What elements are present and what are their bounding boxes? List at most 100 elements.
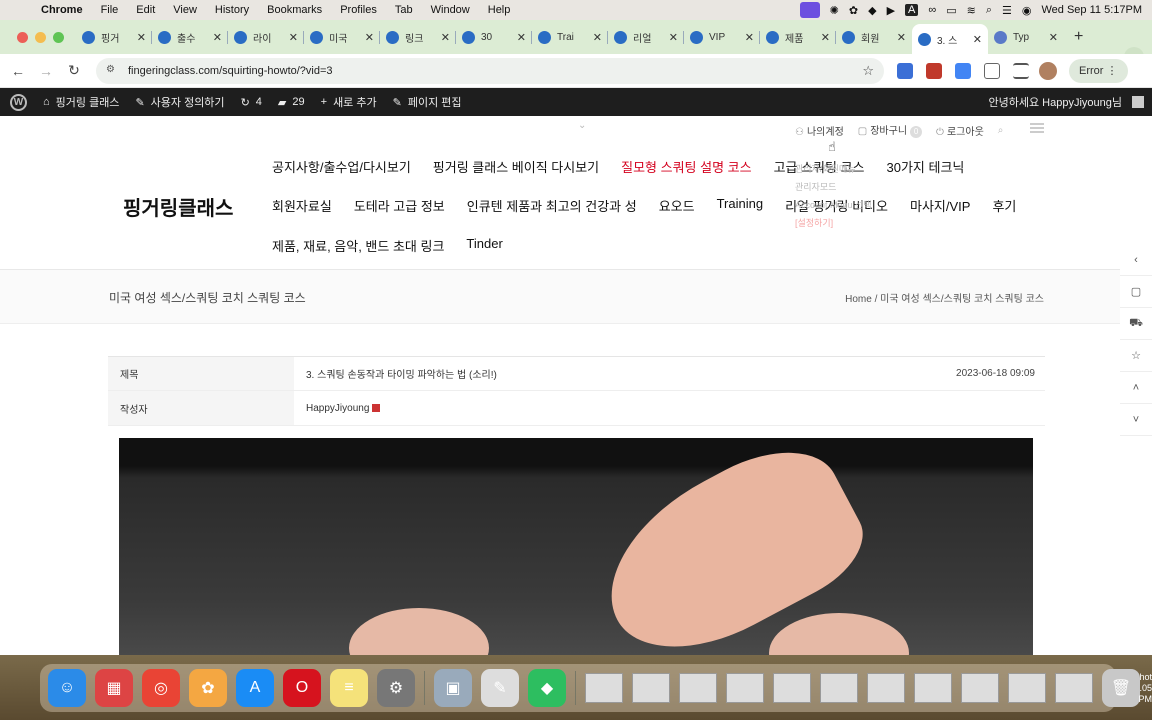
opera-icon[interactable]: O [283, 669, 321, 707]
close-tab-icon[interactable]: ✕ [745, 31, 754, 44]
close-tab-icon[interactable]: ✕ [821, 31, 830, 44]
launchpad-icon[interactable]: ▦ [95, 669, 133, 707]
chrome-icon[interactable]: ◎ [142, 669, 180, 707]
truck-icon[interactable]: ⛟ [1120, 308, 1152, 340]
wp-site-name[interactable]: ⌂ 핑거링 클래스 [43, 94, 119, 110]
logout-link[interactable]: ⏻ 로그아웃 [936, 123, 984, 138]
puzzle-icon[interactable] [984, 62, 1000, 79]
nav-item[interactable]: 요오드 [659, 196, 695, 215]
dock-window-thumbnail[interactable] [679, 673, 717, 703]
browser-tab[interactable]: VIP ✕ [684, 24, 760, 50]
post-author[interactable]: HappyJiyoung [294, 403, 1045, 414]
browser-tab[interactable]: 핑거 ✕ [76, 24, 152, 50]
close-tab-icon[interactable]: ✕ [973, 33, 982, 46]
reading-list-icon[interactable] [1013, 62, 1029, 79]
browser-tab[interactable]: 회원 ✕ [836, 24, 912, 50]
extension-icon[interactable] [926, 62, 942, 79]
browser-tab[interactable]: 라이 ✕ [228, 24, 304, 50]
battery-icon[interactable]: ▭ [946, 4, 956, 17]
siri-icon[interactable]: ◉ [1022, 4, 1032, 17]
text-input-icon[interactable]: A [905, 4, 919, 16]
breadcrumb-home[interactable]: Home [845, 294, 872, 305]
error-button[interactable]: Error ⋮ [1069, 58, 1128, 83]
dock-window-thumbnail[interactable] [632, 673, 670, 703]
dropdown-item[interactable]: 관리자/회원메뉴 [795, 160, 935, 178]
nav-item[interactable]: 핑거링 클래스 베이직 다시보기 [433, 157, 599, 176]
wp-avatar[interactable] [1132, 96, 1144, 108]
nav-item[interactable]: 제품, 재료, 음악, 밴드 초대 링크 [272, 236, 444, 255]
my-account-link[interactable]: ⚇ 나의계정 [795, 123, 844, 138]
menu-tab[interactable]: Tab [395, 4, 413, 16]
menubar-clock[interactable]: Wed Sep 11 5:17PM [1042, 4, 1143, 16]
reload-icon[interactable]: ↻ [60, 62, 88, 79]
nav-item-active[interactable]: 질모형 스쿼팅 설명 코스 [621, 157, 751, 176]
search-icon[interactable]: ⌕ [986, 4, 992, 17]
evernote-icon[interactable]: ◆ [868, 4, 876, 17]
finder-icon[interactable]: ☺ [48, 669, 86, 707]
gear-icon[interactable]: ✺ [830, 4, 839, 17]
nav-item[interactable]: 공지사항/출수업/다시보기 [272, 157, 411, 176]
dropdown-item[interactable]: Account Menu 선택 [795, 196, 935, 214]
extension-icon[interactable]: ✿ [849, 4, 858, 17]
cart-link[interactable]: ▢ 장바구니 0 [858, 122, 923, 138]
nav-item[interactable]: 인큐텐 제품과 최고의 건강과 성 [467, 196, 637, 215]
close-window-button[interactable] [17, 31, 28, 43]
shopping-bag-icon[interactable]: ▢ [1120, 276, 1152, 308]
forward-arrow-icon[interactable]: → [32, 63, 60, 79]
menu-edit[interactable]: Edit [136, 4, 155, 16]
bookmark-star-icon[interactable]: ☆ [862, 63, 874, 79]
chevron-down-icon[interactable]: ˅ [1120, 404, 1152, 436]
wifi-icon[interactable]: ≋ [967, 4, 976, 17]
wp-greeting[interactable]: 안녕하세요 HappyJiyoung님 [989, 88, 1123, 116]
address-bar[interactable]: ⚙ fingeringclass.com/squirting-howto/?vi… [96, 57, 884, 84]
dock-window-thumbnail[interactable] [1008, 673, 1046, 703]
wp-new-content[interactable]: + 새로 추가 [321, 94, 377, 110]
dock-window-thumbnail[interactable] [914, 673, 952, 703]
browser-tab[interactable]: 링크 ✕ [380, 24, 456, 50]
close-tab-icon[interactable]: ✕ [365, 31, 374, 44]
close-tab-icon[interactable]: ✕ [1049, 31, 1058, 44]
dropdown-item[interactable]: [설정하기] [795, 214, 935, 232]
menu-history[interactable]: History [215, 4, 249, 16]
browser-tab[interactable]: 미국 ✕ [304, 24, 380, 50]
play-icon[interactable]: ▶ [887, 4, 895, 17]
close-tab-icon[interactable]: ✕ [593, 31, 602, 44]
dock-window-thumbnail[interactable] [820, 673, 858, 703]
menu-file[interactable]: File [101, 4, 119, 16]
dock-window-thumbnail[interactable] [867, 673, 905, 703]
site-logo[interactable]: 핑거링클래스 [123, 192, 233, 221]
link-icon[interactable]: ∞ [928, 4, 936, 16]
close-tab-icon[interactable]: ✕ [213, 31, 222, 44]
wp-logo[interactable]: W [10, 93, 27, 111]
menu-help[interactable]: Help [488, 4, 511, 16]
browser-tab[interactable]: 출수 ✕ [152, 24, 228, 50]
browser-tab[interactable]: 제품 ✕ [760, 24, 836, 50]
close-tab-icon[interactable]: ✕ [289, 31, 298, 44]
browser-tab-active[interactable]: 3. 스 ✕ [912, 24, 988, 54]
wp-customize[interactable]: ✎ 사용자 정의하기 [135, 94, 224, 110]
dropdown-item[interactable]: 관리자모드 [795, 178, 935, 196]
star-icon[interactable]: ☆ [1120, 340, 1152, 372]
screen-record-icon[interactable] [799, 2, 820, 18]
close-tab-icon[interactable]: ✕ [669, 31, 678, 44]
close-tab-icon[interactable]: ✕ [441, 31, 450, 44]
close-tab-icon[interactable]: ✕ [137, 31, 146, 44]
menu-bookmarks[interactable]: Bookmarks [267, 4, 322, 16]
menu-profiles[interactable]: Profiles [340, 4, 377, 16]
minimize-window-button[interactable] [35, 31, 46, 43]
wp-updates[interactable]: ↻ 4 [241, 96, 262, 109]
chevron-down-icon[interactable]: ⌄ [578, 120, 586, 131]
close-tab-icon[interactable]: ✕ [897, 31, 906, 44]
chevron-up-icon[interactable]: ˄ [1120, 372, 1152, 404]
url-text[interactable]: fingeringclass.com/squirting-howto/?vid=… [128, 65, 333, 77]
wp-comments[interactable]: ▰ 29 [278, 96, 305, 109]
nav-item[interactable]: 회원자료실 [272, 196, 332, 215]
search-icon[interactable]: ⌕ [998, 125, 1004, 136]
profile-avatar[interactable] [1039, 61, 1057, 80]
dock-window-thumbnail[interactable] [585, 673, 623, 703]
site-info-icon[interactable]: ⚙ [106, 64, 120, 78]
dock-window-thumbnail[interactable] [726, 673, 764, 703]
menu-app-name[interactable]: Chrome [41, 4, 83, 16]
system-settings-icon[interactable]: ⚙ [377, 669, 415, 707]
nav-item[interactable]: 도테라 고급 정보 [354, 196, 445, 215]
